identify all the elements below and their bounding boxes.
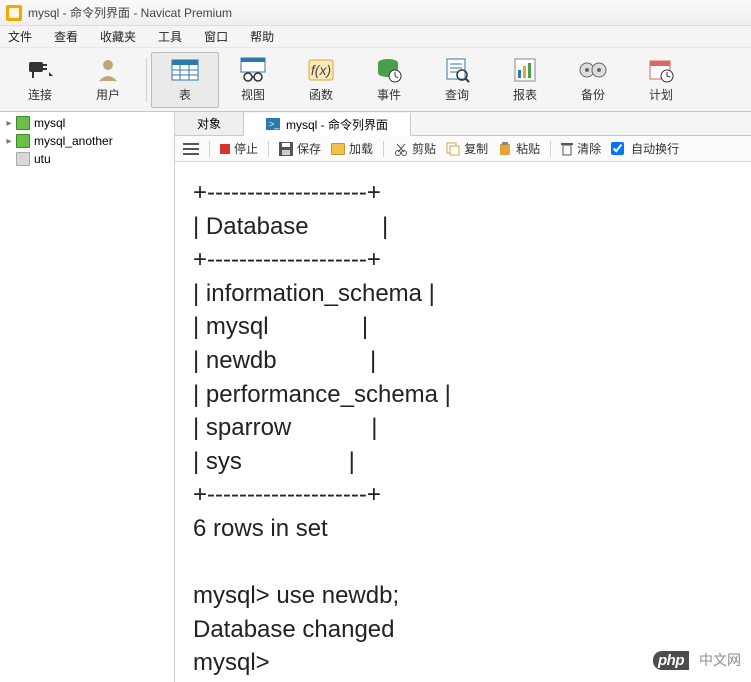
- toolbar-user[interactable]: 用户: [74, 52, 142, 108]
- toolbar-function[interactable]: f(x) 函数: [287, 52, 355, 108]
- menu-tools[interactable]: 工具: [154, 28, 186, 45]
- watermark-text: 中文网: [699, 650, 741, 670]
- clear-button[interactable]: 清除: [561, 140, 601, 157]
- table-icon: [171, 56, 199, 84]
- database-icon: [16, 152, 30, 166]
- copy-icon: [446, 142, 460, 156]
- wrap-checkbox[interactable]: [611, 142, 624, 155]
- watermark-php: php: [653, 651, 689, 670]
- plug-icon: [26, 56, 54, 84]
- console-output[interactable]: +--------------------+ | Database | +---…: [175, 162, 751, 682]
- stop-icon: [220, 144, 230, 154]
- menu-window[interactable]: 窗口: [200, 28, 232, 45]
- svg-text:>_: >_: [269, 119, 280, 129]
- menu-toggle-button[interactable]: [183, 143, 199, 155]
- expand-arrow-icon[interactable]: ▸: [4, 118, 14, 129]
- toolbar-schedule[interactable]: 计划: [627, 52, 695, 108]
- report-icon: [511, 56, 539, 84]
- save-icon: [279, 142, 293, 156]
- wrap-toggle[interactable]: 自动换行: [611, 140, 679, 157]
- content-area: 对象 >_ mysql - 命令列界面 停止 保存 加载 剪贴 复制 粘贴 清除…: [175, 112, 751, 682]
- tab-console[interactable]: >_ mysql - 命令列界面: [244, 113, 411, 136]
- schedule-icon: [647, 56, 675, 84]
- backup-icon: [579, 56, 607, 84]
- menu-file[interactable]: 文件: [4, 28, 36, 45]
- stop-button[interactable]: 停止: [220, 140, 258, 157]
- menu-favorites[interactable]: 收藏夹: [96, 28, 140, 45]
- menu-view[interactable]: 查看: [50, 28, 82, 45]
- user-icon: [94, 56, 122, 84]
- function-icon: f(x): [307, 56, 335, 84]
- main-toolbar: 连接 用户 表 视图 f(x) 函数 事件 查询 报表 备份 计划: [0, 48, 751, 112]
- folder-icon: [331, 143, 345, 155]
- main-area: ▸ mysql ▸ mysql_another utu 对象 >_ mysql …: [0, 112, 751, 682]
- database-icon: [16, 116, 30, 130]
- toolbar-connect[interactable]: 连接: [6, 52, 74, 108]
- cut-button[interactable]: 剪贴: [394, 140, 436, 157]
- window-title: mysql - 命令列界面 - Navicat Premium: [28, 4, 232, 21]
- save-button[interactable]: 保存: [279, 140, 321, 157]
- console-icon: >_: [266, 117, 280, 131]
- toolbar-separator: [146, 58, 147, 102]
- load-button[interactable]: 加载: [331, 140, 373, 157]
- hamburger-icon: [183, 143, 199, 155]
- scissors-icon: [394, 142, 408, 156]
- watermark: php 中文网: [653, 650, 741, 670]
- toolbar-report[interactable]: 报表: [491, 52, 559, 108]
- content-tabs: 对象 >_ mysql - 命令列界面: [175, 112, 751, 136]
- database-icon: [16, 134, 30, 148]
- tree-item-mysql-another[interactable]: ▸ mysql_another: [0, 132, 174, 150]
- menu-help[interactable]: 帮助: [246, 28, 278, 45]
- paste-icon: [498, 142, 512, 156]
- toolbar-query[interactable]: 查询: [423, 52, 491, 108]
- expand-arrow-icon[interactable]: ▸: [4, 136, 14, 147]
- tab-objects[interactable]: 对象: [175, 112, 244, 135]
- tree-item-utu[interactable]: utu: [0, 150, 174, 168]
- tree-item-mysql[interactable]: ▸ mysql: [0, 114, 174, 132]
- console-toolbar: 停止 保存 加载 剪贴 复制 粘贴 清除 自动换行: [175, 136, 751, 162]
- title-bar: mysql - 命令列界面 - Navicat Premium: [0, 0, 751, 26]
- menu-bar: 文件 查看 收藏夹 工具 窗口 帮助: [0, 26, 751, 48]
- trash-icon: [561, 142, 573, 156]
- connection-tree: ▸ mysql ▸ mysql_another utu: [0, 112, 175, 682]
- expand-arrow-icon: [4, 154, 14, 165]
- paste-button[interactable]: 粘贴: [498, 140, 540, 157]
- query-icon: [443, 56, 471, 84]
- copy-button[interactable]: 复制: [446, 140, 488, 157]
- app-icon: [6, 5, 22, 21]
- toolbar-table[interactable]: 表: [151, 52, 219, 108]
- event-icon: [375, 56, 403, 84]
- toolbar-event[interactable]: 事件: [355, 52, 423, 108]
- toolbar-view[interactable]: 视图: [219, 52, 287, 108]
- view-icon: [239, 56, 267, 84]
- svg-text:f(x): f(x): [311, 62, 331, 78]
- toolbar-backup[interactable]: 备份: [559, 52, 627, 108]
